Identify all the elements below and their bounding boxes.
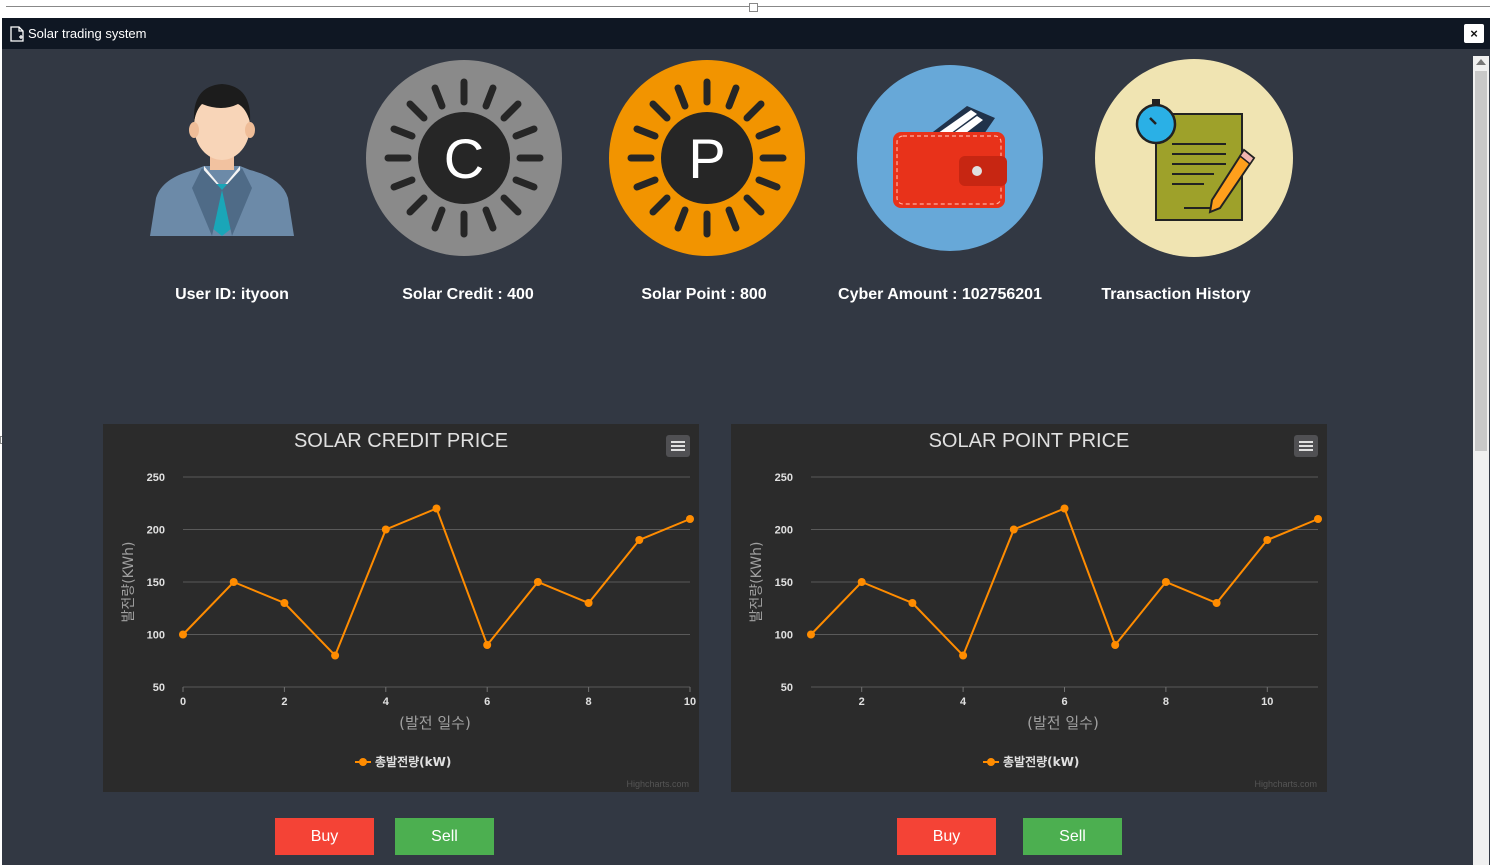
credit-buy-button[interactable]: Buy [275,818,374,855]
credit-chart-svg: 50 100 150 200 250 0 2 4 6 8 10 (발전 일수) 발전량(KWh) 총발전량… [121,472,696,769]
x-tick-label: 6 [1061,696,1067,708]
solar-credit[interactable]: C [359,58,569,258]
y-tick-label: 250 [147,472,165,484]
data-point [179,630,187,639]
legend-label: 총발전량(kW) [375,754,451,769]
chart-credits[interactable]: Highcharts.com [1254,779,1317,789]
y-tick-label: 250 [775,472,793,484]
chart-menu-button[interactable] [1294,435,1318,457]
point-sell-button[interactable]: Sell [1023,818,1122,855]
data-point [1161,578,1170,586]
point-price-chart: 50 100 150 200 250 2 4 6 8 10 (발전 일수) 발전량(KWh) 총발전량(… [731,424,1327,792]
vertical-scrollbar[interactable] [1473,56,1489,865]
transaction-history-icon [1095,59,1293,257]
transaction-history[interactable] [1089,58,1299,258]
legend-label: 총발전량(kW) [1003,754,1079,769]
x-tick-label: 10 [1261,696,1273,708]
data-point [807,630,815,639]
solar-credit-icon: C [366,60,562,256]
y-tick-label: 50 [153,682,165,694]
chart-menu-button[interactable] [666,435,690,457]
x-tick-label: 0 [180,696,186,708]
x-axis-title: (발전 일수) [399,714,471,732]
x-tick-label: 4 [960,696,967,708]
data-point [635,536,644,544]
y-tick-label: 200 [775,525,793,537]
window-title: Solar trading system [28,26,147,41]
y-axis-title: 발전량(KWh) [121,542,137,623]
data-point [1212,599,1221,607]
data-point [1263,536,1272,544]
app-window: Solar trading system × User ID: ityoon C… [2,18,1490,865]
x-tick-label: 8 [1163,696,1169,708]
document-icon [10,26,24,42]
data-point [533,578,542,586]
chart-title: SOLAR POINT PRICE [928,430,1130,452]
resize-handle-top[interactable] [749,3,758,12]
user-avatar-icon [150,84,294,236]
data-point [584,599,593,607]
solar-point-label: Solar Point : 800 [641,286,767,303]
data-point [331,651,340,660]
y-tick-label: 150 [775,577,793,589]
y-axis-title: 발전량(KWh) [749,542,765,623]
transaction-history-label: Transaction History [1101,286,1251,303]
chart-title: SOLAR CREDIT PRICE [293,430,509,452]
data-point [1314,515,1322,523]
wallet-icon [857,65,1043,251]
data-point [959,651,968,660]
data-point [381,525,390,534]
credit-price-chart: 50 100 150 200 250 0 2 4 6 8 10 (발전 일수) 발전량(KWh) 총발전량… [103,424,699,792]
scroll-thumb[interactable] [1475,71,1487,451]
user-avatar[interactable] [117,58,327,238]
y-tick-label: 50 [781,682,793,694]
legend-marker [359,758,367,766]
x-tick-label: 2 [281,696,287,708]
data-point [280,599,289,607]
user-id-label: User ID: ityoon [175,286,289,303]
scroll-up-arrow-icon[interactable] [1476,59,1486,65]
x-tick-label: 4 [383,696,390,708]
data-point [229,578,238,586]
y-tick-label: 200 [147,525,165,537]
x-tick-label: 6 [484,696,490,708]
solar-point-icon: P [609,60,805,256]
legend-marker [987,758,995,766]
wallet[interactable] [845,58,1055,258]
cyber-amount-label: Cyber Amount : 102756201 [838,286,1042,303]
solar-credit-label: Solar Credit : 400 [402,286,534,303]
credit-glyph: C [444,127,484,190]
x-axis-title: (발전 일수) [1027,714,1099,732]
y-tick-label: 150 [147,577,165,589]
close-button[interactable]: × [1464,24,1484,43]
point-chart-svg: 50 100 150 200 250 2 4 6 8 10 (발전 일수) 발전량(KWh) 총발전량(… [749,472,1322,769]
data-point [857,578,866,586]
y-tick-label: 100 [775,630,793,642]
data-point [908,599,917,607]
point-glyph: P [688,127,725,190]
data-point [432,504,441,513]
x-tick-label: 8 [586,696,592,708]
x-tick-label: 2 [859,696,865,708]
data-point [686,515,694,523]
y-tick-label: 100 [147,630,165,642]
chart-credits[interactable]: Highcharts.com [626,779,689,789]
data-point [1009,525,1018,534]
data-point [1060,504,1069,513]
x-tick-label: 10 [684,696,696,708]
title-bar: Solar trading system × [2,18,1490,49]
point-buy-button[interactable]: Buy [897,818,996,855]
data-point [483,641,492,649]
credit-sell-button[interactable]: Sell [395,818,494,855]
data-point [1111,641,1120,649]
selection-border [6,6,1490,7]
solar-point[interactable]: P [602,58,812,258]
